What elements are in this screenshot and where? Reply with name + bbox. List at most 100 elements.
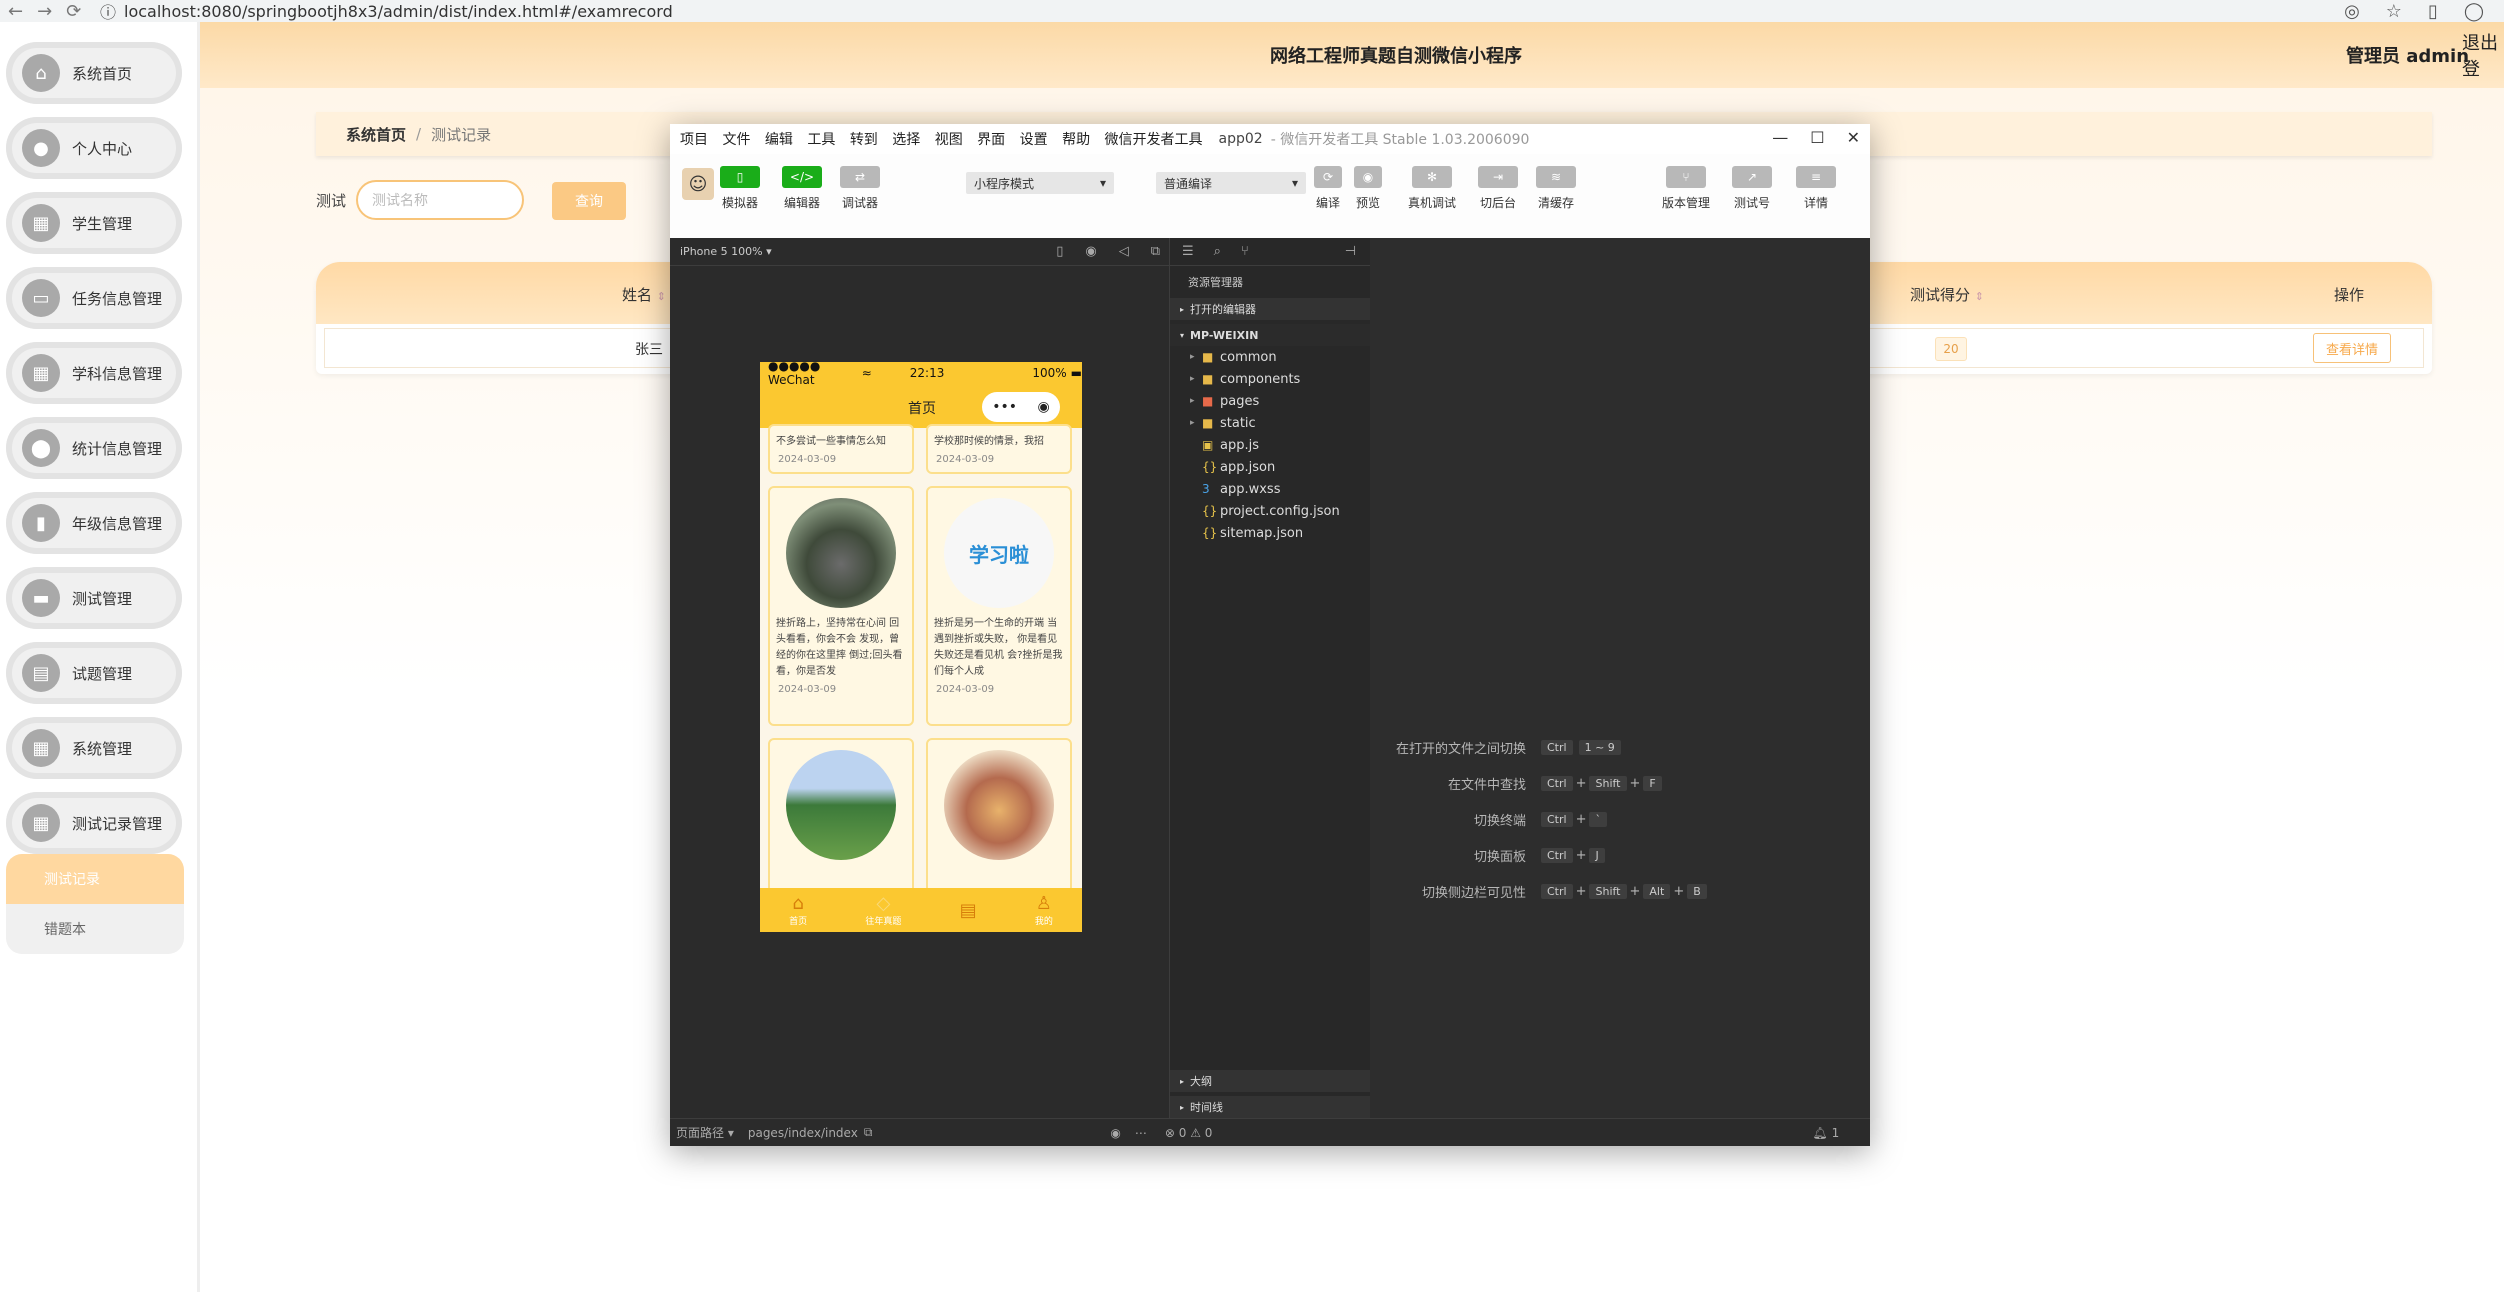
window-icon[interactable]: ⧉ [1151, 244, 1160, 259]
menu-select[interactable]: 选择 [892, 132, 920, 148]
clear-cache-button[interactable]: ≋ 清缓存 [1536, 166, 1576, 211]
back-icon[interactable]: ← [8, 1, 23, 22]
menu-file[interactable]: 文件 [722, 132, 750, 148]
breadcrumb-home[interactable]: 系统首页 [346, 124, 406, 145]
url-field[interactable]: localhost:8080/springbootjh8x3/admin/dis… [124, 2, 2344, 21]
open-editors-section[interactable]: ▸ 打开的编辑器 [1170, 298, 1370, 320]
copy-icon[interactable]: ⧉ [864, 1125, 873, 1140]
close-icon[interactable]: ✕ [1847, 128, 1860, 147]
incognito-icon[interactable]: ◎ [2344, 1, 2360, 22]
tab-exam[interactable]: ▤ [960, 900, 977, 921]
sidepanel-icon[interactable]: ▯ [2428, 1, 2438, 22]
real-debug-button[interactable]: ✻ 真机调试 [1408, 166, 1456, 211]
list-item[interactable]: 学习啦 挫折是另一个生命的开端 当遇到挫折或失败， 你是看见失败还是看见机 会?… [926, 486, 1072, 726]
device-select[interactable]: iPhone 5 100% ▾ [680, 245, 772, 258]
editor-button[interactable]: </> 编辑器 [782, 166, 822, 211]
file-project-config[interactable]: {} project.config.json [1170, 500, 1370, 522]
tab-mine[interactable]: ♙ 我的 [1035, 893, 1053, 927]
folder-static[interactable]: ▸ ■ static [1170, 412, 1370, 434]
file-app-json[interactable]: {} app.json [1170, 456, 1370, 478]
menu-goto[interactable]: 转到 [850, 132, 878, 148]
profile-icon[interactable]: ◯ [2464, 1, 2484, 22]
reload-icon[interactable]: ⟳ [66, 1, 81, 22]
list-icon[interactable]: ☰ [1182, 244, 1194, 259]
close-circle-icon[interactable]: ◉ [1038, 399, 1050, 415]
list-item[interactable] [926, 738, 1072, 898]
file-app-wxss[interactable]: 3 app.wxss [1170, 478, 1370, 500]
col-score[interactable]: 测试得分 ⇕ [1910, 284, 1984, 305]
problem-count[interactable]: ⊗ 0 ⚠ 0 [1165, 1126, 1213, 1140]
col-name[interactable]: 姓名 ⇕ [622, 284, 666, 305]
sidebar-item-grades[interactable]: ▮ 年级信息管理 [6, 492, 182, 554]
sidebar-item-subjects[interactable]: ▦ 学科信息管理 [6, 342, 182, 404]
avatar[interactable]: ☺ [682, 168, 714, 200]
folder-pages[interactable]: ▸ ■ pages [1170, 390, 1370, 412]
sidebar-subitem-test-record[interactable]: 测试记录 [6, 854, 184, 904]
search-button[interactable]: 查询 [552, 182, 626, 220]
volume-icon[interactable]: ◁ [1119, 244, 1129, 259]
more-icon[interactable]: ⋯ [1135, 1126, 1147, 1140]
capsule-button[interactable]: ••• ◉ [982, 392, 1060, 422]
folder-components[interactable]: ▸ ■ components [1170, 368, 1370, 390]
menu-tools[interactable]: 工具 [807, 132, 835, 148]
test-account-button[interactable]: ↗ 测试号 [1732, 166, 1772, 211]
search-input[interactable]: 测试名称 [356, 180, 524, 220]
menu-help[interactable]: 帮助 [1062, 132, 1090, 148]
more-icon[interactable]: ••• [992, 399, 1017, 415]
sidebar-item-system[interactable]: ▦ 系统管理 [6, 717, 182, 779]
sidebar-item-test-records[interactable]: ▦ 测试记录管理 [6, 792, 182, 854]
minimize-icon[interactable]: — [1772, 128, 1788, 147]
preview-button[interactable]: ◉ 预览 [1354, 166, 1382, 211]
list-item[interactable]: 不多尝试一些事情怎么知 2024-03-09 [768, 424, 914, 474]
sidebar-item-students[interactable]: ▦ 学生管理 [6, 192, 182, 254]
git-icon[interactable]: ⑂ [1241, 244, 1249, 259]
sidebar-item-tests[interactable]: ▬ 测试管理 [6, 567, 182, 629]
list-item[interactable]: 挫折路上，坚持常在心间 回头看看，你会不会 发现，曾经的你在这里摔 倒过;回头看… [768, 486, 914, 726]
sidebar-item-statistics[interactable]: ⬤ 统计信息管理 [6, 417, 182, 479]
list-item[interactable]: 学校那时候的情景，我招 2024-03-09 [926, 424, 1072, 474]
tab-mine-label: 我的 [1034, 917, 1053, 927]
tab-past-exams[interactable]: ◇ 往年真题 [865, 893, 901, 927]
sidebar-subitem-wrong-book[interactable]: 错题本 [6, 904, 184, 954]
compile-button[interactable]: ⟳ 编译 [1314, 166, 1342, 211]
outline-section[interactable]: ▸ 大纲 [1170, 1070, 1370, 1092]
star-icon[interactable]: ☆ [2386, 1, 2402, 22]
menu-settings[interactable]: 设置 [1020, 132, 1048, 148]
menu-view[interactable]: 视图 [935, 132, 963, 148]
page-path-select[interactable]: 页面路径 ▾ [676, 1124, 734, 1141]
version-mgmt-button[interactable]: ⑂ 版本管理 [1662, 166, 1710, 211]
menu-wechat-devtools[interactable]: 微信开发者工具 [1105, 132, 1203, 148]
mode-select[interactable]: 小程序模式 ▾ [966, 172, 1114, 194]
menu-project[interactable]: 项目 [680, 132, 708, 148]
sidebar-item-tasks[interactable]: ▭ 任务信息管理 [6, 267, 182, 329]
forward-icon[interactable]: → [37, 1, 52, 22]
debugger-button[interactable]: ⇄ 调试器 [840, 166, 880, 211]
eye-icon[interactable]: ◉ [1110, 1126, 1120, 1140]
details-button[interactable]: ≡ 详情 [1796, 166, 1836, 211]
timeline-section[interactable]: ▸ 时间线 [1170, 1096, 1370, 1118]
logout-link[interactable]: 退出登 [2462, 29, 2504, 81]
search-icon[interactable]: ⌕ [1214, 244, 1221, 259]
compile-mode-value: 普通编译 [1164, 176, 1213, 191]
menu-edit[interactable]: 编辑 [765, 132, 793, 148]
compile-mode-select[interactable]: 普通编译 ▾ [1156, 172, 1306, 194]
project-section[interactable]: ▾ MP-WEIXIN [1170, 324, 1370, 346]
sidebar-item-profile[interactable]: ● 个人中心 [6, 117, 182, 179]
record-icon[interactable]: ◉ [1085, 244, 1096, 259]
file-app-js[interactable]: ▣ app.js [1170, 434, 1370, 456]
menu-interface[interactable]: 界面 [977, 132, 1005, 148]
phone-frame-icon[interactable]: ▯ [1056, 244, 1063, 259]
simulator-button[interactable]: ▯ 模拟器 [720, 166, 760, 211]
file-sitemap[interactable]: {} sitemap.json [1170, 522, 1370, 544]
view-detail-button[interactable]: 查看详情 [2313, 333, 2391, 363]
sidebar-item-questions[interactable]: ▤ 试题管理 [6, 642, 182, 704]
bell-icon[interactable]: 🔔︎ [1812, 1126, 1827, 1140]
background-button[interactable]: ⇥ 切后台 [1478, 166, 1518, 211]
folder-common[interactable]: ▸ ■ common [1170, 346, 1370, 368]
split-icon[interactable]: ⊣ [1345, 244, 1356, 259]
sidebar-item-home[interactable]: ⌂ 系统首页 [6, 42, 182, 104]
tab-home[interactable]: ⌂ 首页 [789, 893, 807, 927]
info-icon[interactable]: ⓘ [100, 0, 116, 23]
maximize-icon[interactable]: ☐ [1810, 128, 1824, 147]
list-item[interactable] [768, 738, 914, 898]
